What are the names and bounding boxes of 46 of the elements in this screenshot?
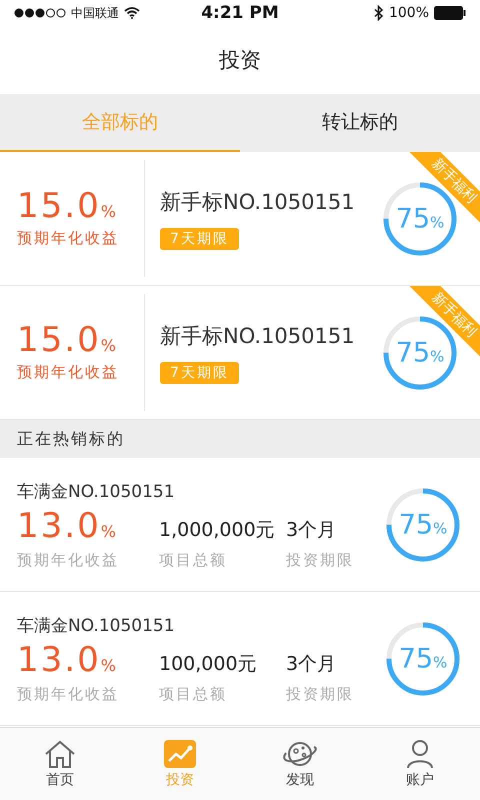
progress-percent: 75% [398, 509, 448, 540]
wifi-icon [124, 7, 140, 19]
page-title: 投资 [219, 47, 261, 74]
interest-rate: 15.0% [17, 189, 117, 223]
battery-icon [434, 6, 466, 20]
product-name: 车满金NO.1050151 [17, 614, 176, 636]
term-label: 投资期限 [286, 550, 354, 570]
product-card[interactable]: 15.0% 预期年化收益 新手标NO.1050151 7天期限 75% 新手福利 [0, 152, 480, 286]
tab[interactable]: 转让标的 [240, 94, 480, 152]
interest-rate: 13.0% [17, 642, 117, 676]
total-amount: 100,000元 [159, 652, 258, 676]
tab-bar-item[interactable]: 首页 [0, 728, 120, 800]
term-value: 3个月 [286, 518, 338, 542]
section-header: 正在热销标的 [17, 428, 125, 450]
product-name: 新手标NO.1050151 [160, 188, 356, 216]
tab-bar-item[interactable]: 账户 [360, 728, 480, 800]
planet-icon [280, 739, 320, 769]
progress-percent: 75% [396, 337, 444, 368]
interest-rate: 13.0% [17, 508, 117, 542]
battery-percent: 100% [388, 5, 429, 21]
interest-rate: 15.0% [17, 323, 117, 357]
product-card[interactable]: 15.0% 预期年化收益 新手标NO.1050151 7天期限 75% 新手福利 [0, 286, 480, 420]
rate-label: 预期年化收益 [17, 684, 120, 704]
signal-icon [14, 8, 66, 18]
product-card[interactable]: 车满金NO.1050151 13.0% 预期年化收益 100,000元 项目总额 3个月 投资期限 75% [0, 592, 480, 726]
term-badge: 7天期限 [160, 362, 239, 384]
product-card[interactable]: 车满金NO.1050151 13.0% 预期年化收益 1,000,000元 项目总额 3个月 投资期限 75% [0, 458, 480, 592]
product-name: 车满金NO.1050151 [17, 480, 176, 502]
progress-percent: 75% [398, 643, 448, 674]
progress-percent: 75% [396, 203, 444, 234]
rate-label: 预期年化收益 [17, 363, 120, 382]
chart-icon [163, 739, 197, 769]
term-value: 3个月 [286, 652, 338, 676]
rate-label: 预期年化收益 [17, 550, 120, 570]
tab-bar-item[interactable]: 发现 [240, 728, 360, 800]
bluetooth-icon [374, 5, 384, 21]
status-time: 4:21 PM [201, 3, 279, 23]
amount-label: 项目总额 [159, 684, 228, 704]
home-icon [43, 739, 77, 769]
rate-label: 预期年化收益 [17, 229, 120, 248]
product-name: 新手标NO.1050151 [160, 322, 356, 350]
term-label: 投资期限 [286, 684, 354, 704]
carrier-name: 中国联通 [71, 4, 119, 22]
term-badge: 7天期限 [160, 228, 239, 250]
total-amount: 1,000,000元 [159, 518, 276, 542]
amount-label: 项目总额 [159, 550, 228, 570]
